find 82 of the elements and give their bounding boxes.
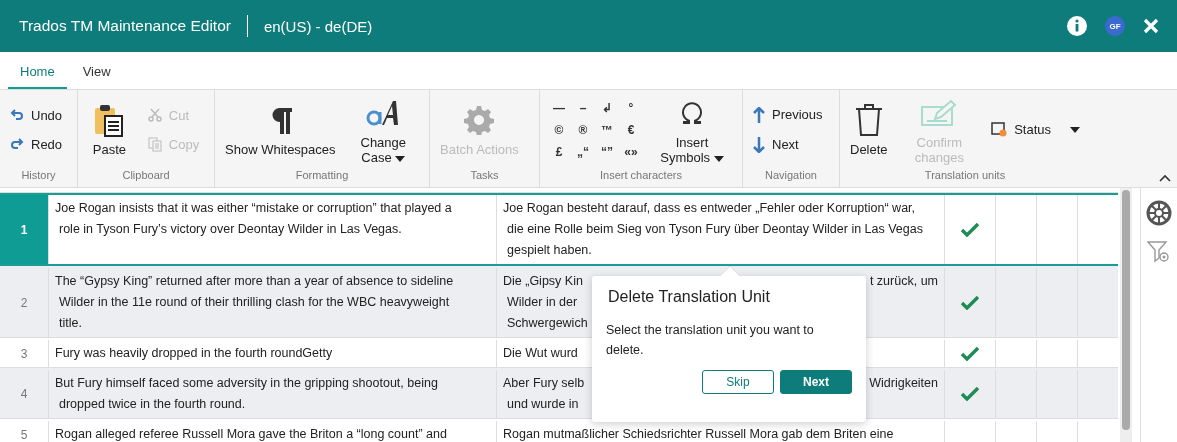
scissors-icon <box>147 108 162 122</box>
window-title: Trados TM Maintenance Editor <box>19 15 248 37</box>
group-label: Translation units <box>923 169 1007 183</box>
group-label: Tasks <box>469 169 500 183</box>
up-arrow-icon <box>753 106 765 123</box>
gear-icon <box>464 105 495 135</box>
row-number: 1 <box>0 195 49 264</box>
status-icon <box>991 122 1008 137</box>
ribbon-button[interactable]: Show Whitespaces <box>223 102 338 157</box>
target-text: die eine Rolle beim Sieg von Tyson Fury über Deontay Wilder in Las Vegas <box>507 221 923 238</box>
ribbon-button[interactable]: Previous <box>751 106 825 123</box>
symbol-button[interactable]: — <box>548 98 570 117</box>
ribbon-button[interactable]: Paste <box>90 102 129 157</box>
dialog-title: Delete Translation Unit <box>608 288 771 306</box>
source-text: Joe Rogan insists that it was either “mistake or corruption” that played a <box>55 200 453 217</box>
ribbon-button[interactable]: Status <box>989 122 1082 137</box>
ribbon-button[interactable]: Change Case <box>345 94 421 165</box>
row-number: 2 <box>0 268 49 337</box>
target-text: Schwergewich <box>507 315 588 332</box>
down-arrow-icon <box>753 136 765 153</box>
source-text: dropped twice in the fourth round. <box>58 396 247 413</box>
next-button[interactable]: Next <box>780 370 852 394</box>
ribbon-button[interactable]: Undo <box>8 107 65 123</box>
symbol-button[interactable]: £ <box>548 142 570 161</box>
group-label: History <box>20 169 57 183</box>
group-label: Insert characters <box>599 169 683 183</box>
source-text: But Fury himself faced some adversity in the gripping shootout, being <box>55 375 439 392</box>
ribbon-button[interactable]: Delete <box>848 102 890 157</box>
symbol-button[interactable]: ® <box>572 120 594 139</box>
trash-icon <box>854 103 883 137</box>
symbol-button[interactable]: © <box>548 120 570 139</box>
symbol-button[interactable]: «» <box>620 142 642 161</box>
source-text: Rogan alleged referee Russell Mora gave the Briton a “long count” and <box>55 426 448 442</box>
target-text: t zurück, um <box>869 273 938 290</box>
group-label: Navigation <box>764 169 818 183</box>
symbol-button[interactable]: ↲ <box>596 98 618 117</box>
info-icon <box>1067 16 1087 36</box>
chevron-up-icon <box>1159 174 1171 182</box>
filter-settings-icon <box>1147 240 1171 264</box>
target-text: Widrigkeiten <box>869 375 938 392</box>
change-case-icon <box>366 99 401 126</box>
edit-icon <box>921 98 958 127</box>
source-text: Wilder in the 11e round of their thrilling clash for the WBC heavyweight <box>58 294 451 311</box>
group-label: Formatting <box>294 169 350 183</box>
target-text: und wurde in <box>507 396 579 413</box>
clipboard-icon <box>94 103 125 137</box>
ribbon-tab[interactable]: View <box>70 64 123 89</box>
ribbon-button[interactable]: Next <box>751 136 825 153</box>
target-text: Wilder in der <box>507 294 578 311</box>
source-text: title. <box>58 315 83 332</box>
skip-button[interactable]: Skip <box>702 370 774 394</box>
user-avatar[interactable]: GF <box>1105 16 1125 36</box>
row-number: 3 <box>0 340 49 367</box>
symbol-button[interactable]: „“ <box>572 142 594 161</box>
row-number: 5 <box>0 421 49 442</box>
group-label: Clipboard <box>121 169 171 183</box>
close-icon <box>1143 18 1159 34</box>
scrollbar-thumb[interactable] <box>1122 190 1130 430</box>
target-text: gespielt haben. <box>507 242 592 259</box>
language-pair: en(US) - de(DE) <box>262 17 373 35</box>
undo-icon <box>10 108 24 122</box>
target-text: Aber Fury selb <box>503 375 585 392</box>
symbol-button[interactable]: “” <box>596 142 618 161</box>
redo-icon <box>10 137 24 151</box>
row-number: 4 <box>0 370 49 418</box>
ribbon-button[interactable]: Redo <box>8 136 65 152</box>
copy-icon <box>147 136 162 152</box>
symbol-button[interactable]: € <box>620 120 642 139</box>
table-row[interactable] <box>0 193 1118 266</box>
symbol-button[interactable]: ™ <box>596 120 618 139</box>
ribbon-button[interactable]: Insert Symbols <box>650 94 734 165</box>
target-text: Rogan mutmaßlicher Schiedsrichter Russell Mora gab dem Briten eine <box>503 426 894 442</box>
symbol-button[interactable]: ° <box>620 98 642 117</box>
target-text: Die „Gipsy Kin <box>503 273 583 290</box>
source-text: The “Gypsy King” returned after more than a year of absence to sideline <box>55 273 455 290</box>
target-text: Die Wut wurd <box>503 345 578 362</box>
symbol-button[interactable]: – <box>572 98 594 117</box>
target-text: Joe Rogan besteht darauf, dass es entweder „Fehler oder Korruption“ war, <box>503 200 916 217</box>
source-text: role in Tyson Fury’s victory over Deontay Wilder in Las Vegas. <box>58 221 403 238</box>
source-text: Fury was heavily dropped in the fourth roundGetty <box>55 345 334 362</box>
gear-icon <box>1146 200 1172 226</box>
omega-icon <box>680 100 704 125</box>
